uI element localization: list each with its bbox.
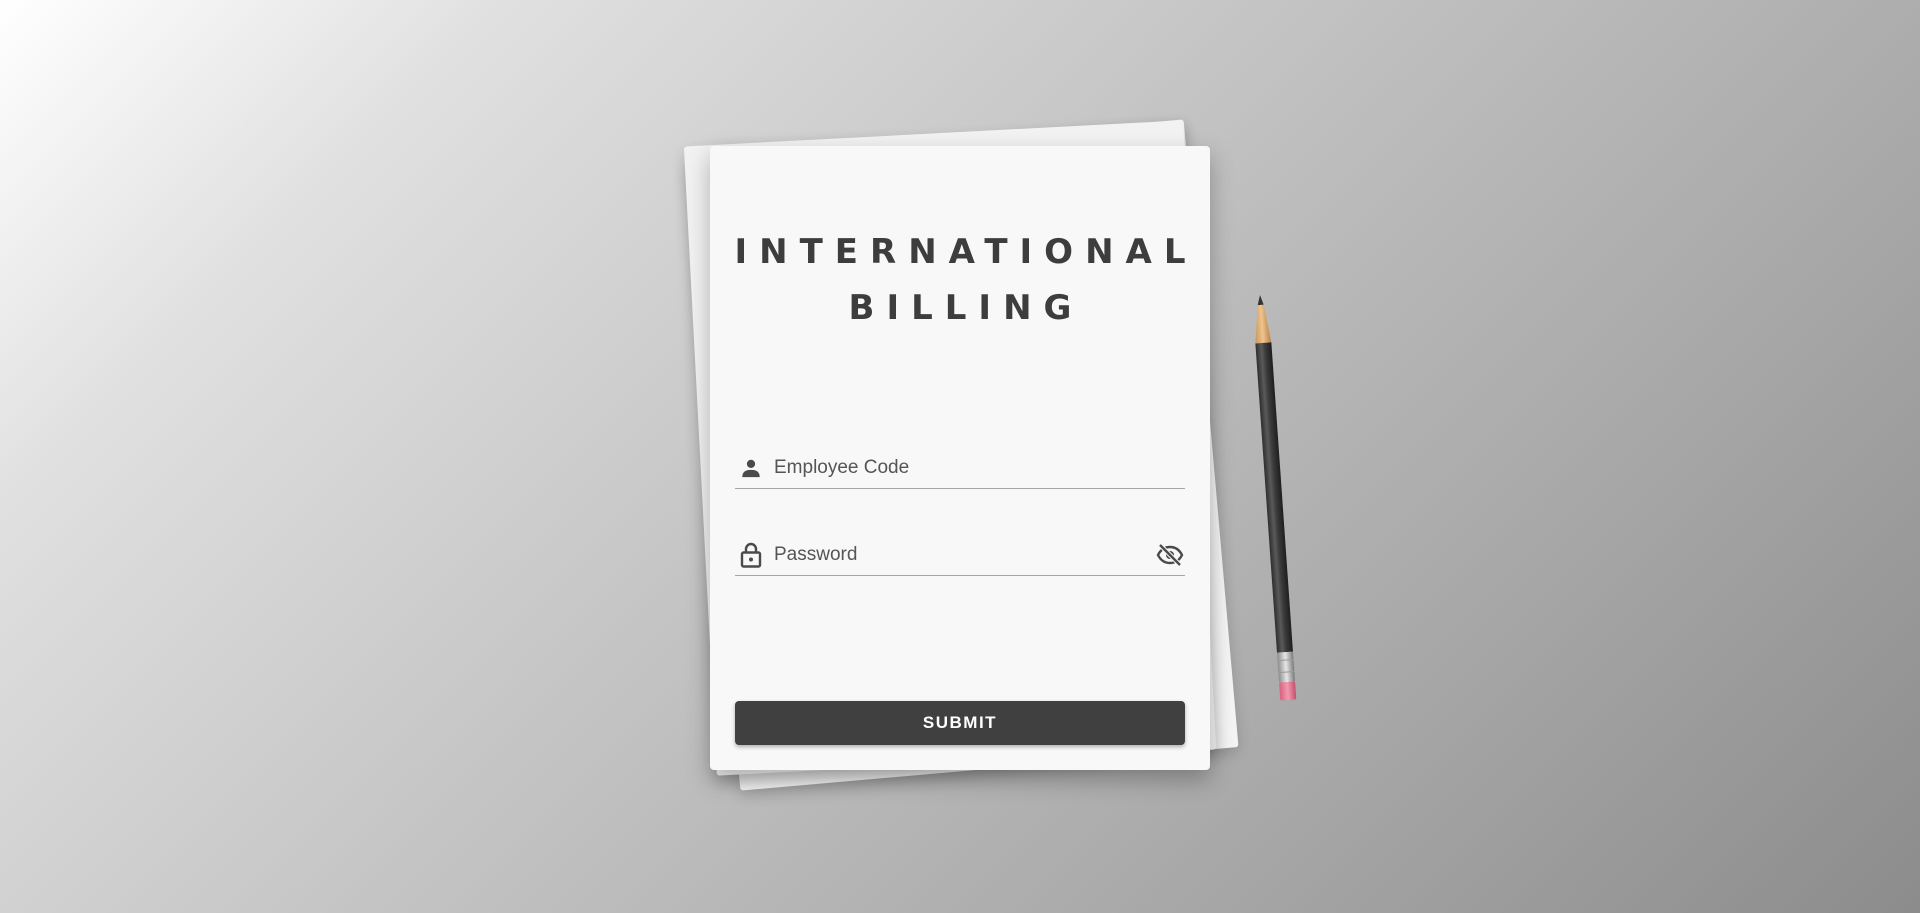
person-icon <box>738 455 764 481</box>
title-line-2: BILLING <box>848 288 1084 328</box>
pencil-decoration <box>1240 294 1310 726</box>
title-line-1: INTERNATIONAL <box>734 232 1198 272</box>
login-scene: INTERNATIONAL BILLING Employee Code SUBM… <box>0 0 1920 913</box>
password-field <box>735 535 1185 576</box>
employee-code-input[interactable] <box>774 457 1185 479</box>
app-title: INTERNATIONAL BILLING <box>710 224 1210 336</box>
login-card: INTERNATIONAL BILLING Employee Code SUBM… <box>710 146 1210 770</box>
lock-icon <box>738 542 764 568</box>
employee-code-field <box>735 448 1185 489</box>
submit-button[interactable]: SUBMIT <box>735 701 1185 745</box>
eye-off-icon[interactable] <box>1155 542 1185 568</box>
password-input[interactable] <box>774 544 1155 566</box>
